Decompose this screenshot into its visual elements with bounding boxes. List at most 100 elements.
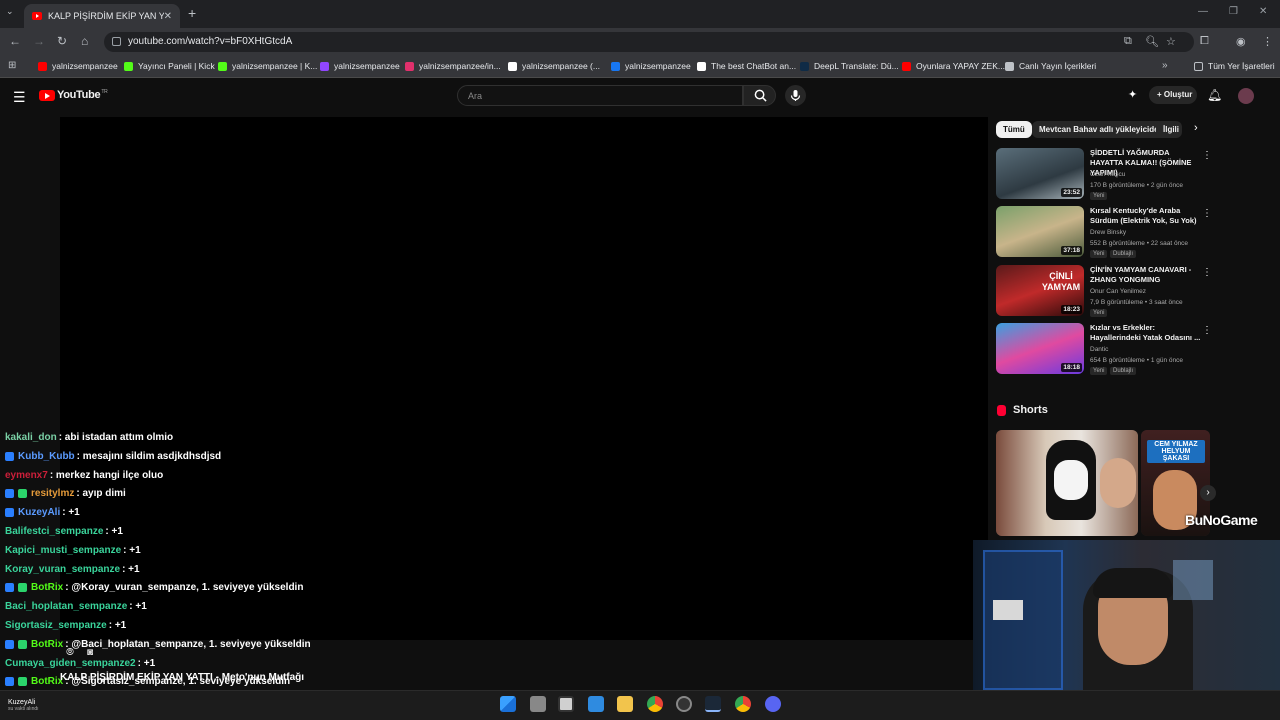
chat-username: KuzeyAli: [18, 507, 61, 519]
video-duration: 18:23: [1061, 305, 1082, 314]
dubbed-badge: Dublajlı: [1110, 250, 1137, 258]
obs-icon[interactable]: [676, 696, 692, 712]
more-bookmarks-icon[interactable]: »: [1162, 60, 1168, 71]
steam-icon[interactable]: [705, 696, 721, 712]
video-thumbnail[interactable]: 37:18: [996, 206, 1084, 257]
channel-name[interactable]: Onur Can Yenilmez: [1090, 288, 1146, 295]
bookmark-item[interactable]: DeepL Translate: Dü...: [800, 61, 899, 71]
minimize-icon[interactable]: —: [1198, 6, 1208, 17]
channel-name[interactable]: Drew Binsky: [1090, 229, 1126, 236]
avatar[interactable]: [1238, 88, 1254, 104]
profile-icon[interactable]: ◉: [1236, 35, 1246, 48]
chat-badge-icon: [5, 583, 14, 593]
close-tab-icon[interactable]: ✕: [164, 11, 172, 22]
store-icon[interactable]: [588, 696, 604, 712]
channel-name[interactable]: Ozan Kuşcu: [1090, 171, 1125, 178]
task-view-icon[interactable]: [530, 696, 546, 712]
hamburger-menu-icon[interactable]: ☰: [13, 89, 26, 106]
zoom-icon[interactable]: 🔍︎: [1145, 35, 1159, 48]
bookmark-item[interactable]: Oyunlara YAPAY ZEK...: [902, 61, 1005, 71]
notifications-bell-icon[interactable]: 🔔︎: [1207, 88, 1222, 102]
video-thumbnail[interactable]: 23:52: [996, 148, 1084, 199]
channel-name[interactable]: Dantic: [1090, 346, 1108, 353]
video-thumbnail[interactable]: 18:18: [996, 323, 1084, 374]
bookmark-item[interactable]: yalnizsempanzee: [611, 61, 691, 71]
chat-username: Koray_vuran_sempanze: [5, 563, 121, 575]
more-options-icon[interactable]: ⋮: [1202, 267, 1212, 278]
video-title[interactable]: Kızlar vs Erkekler: Hayallerindeki Yatak…: [1090, 323, 1202, 343]
reload-icon[interactable]: ↻: [57, 34, 67, 48]
close-window-icon[interactable]: ✕: [1259, 6, 1267, 17]
shorts-next-button[interactable]: ›: [1200, 485, 1216, 501]
taskbar-widget[interactable]: KuzeyAli su vakti alındı: [8, 699, 39, 712]
chat-message: resitylmz: ayıp dimi: [5, 488, 126, 499]
maximize-icon[interactable]: ❐: [1229, 6, 1238, 17]
recommended-video[interactable]: 18:18 Kızlar vs Erkekler: Hayallerindeki …: [996, 323, 1212, 377]
bookmark-star-icon[interactable]: ☆: [1166, 35, 1176, 48]
all-bookmarks[interactable]: Tüm Yer İşaretleri: [1194, 61, 1275, 71]
youtube-logo[interactable]: YouTube TR: [39, 89, 108, 101]
bookmark-item[interactable]: yalnizsempanzee: [38, 61, 118, 71]
short-thumbnail-1[interactable]: [996, 430, 1138, 536]
bookmark-item[interactable]: Canlı Yayın İçerikleri: [1005, 61, 1096, 71]
chat-badge-icon: [18, 489, 27, 499]
voice-search-button[interactable]: [785, 85, 806, 106]
bookmark-item[interactable]: The best ChatBot an...: [697, 61, 796, 71]
browser-menu-icon[interactable]: ⋮: [1262, 35, 1273, 48]
url-field[interactable]: youtube.com/watch?v=bF0XHtGtcdA: [104, 32, 1194, 52]
bookmark-item[interactable]: yalnizsempanzee: [320, 61, 400, 71]
new-tab-icon[interactable]: +: [188, 5, 196, 21]
video-title[interactable]: ÇİN'İN YAMYAM CANAVARI - ZHANG YONGMING: [1090, 265, 1202, 285]
discord-icon[interactable]: [765, 696, 781, 712]
file-explorer-icon[interactable]: [617, 696, 633, 712]
recommended-video[interactable]: 23:52 ŞİDDETLİ YAĞMURDA HAYATTA KALMA!! (…: [996, 148, 1212, 202]
more-options-icon[interactable]: ⋮: [1202, 208, 1212, 219]
video-meta: 7,9 B görüntüleme • 3 saat önce: [1090, 299, 1183, 306]
bookmark-item[interactable]: yalnizsempanzee | K...: [218, 61, 317, 71]
search-button[interactable]: [743, 85, 776, 106]
chips-next-icon[interactable]: ›: [1194, 122, 1198, 134]
browser-tab[interactable]: KALP PİŞİRDİM EKİP YAN YATT ✕: [24, 4, 180, 28]
install-app-icon[interactable]: ⧉: [1124, 35, 1132, 48]
bookmark-favicon-icon: [320, 61, 329, 71]
recommended-video[interactable]: 37:18 Kırsal Kentucky'de Araba Sürdüm (El…: [996, 206, 1212, 260]
search-input[interactable]: Ara: [457, 85, 743, 106]
extensions-icon[interactable]: ⧠: [1200, 35, 1209, 48]
bookmark-item[interactable]: yalnizsempanzee/in...: [405, 61, 501, 71]
bookmark-item[interactable]: yalnizsempanzee (...: [508, 61, 600, 71]
chip-all[interactable]: Tümü: [996, 121, 1032, 138]
taskbar: [0, 690, 1280, 720]
chat-text: : +1: [105, 526, 123, 537]
bookmark-favicon-icon: [124, 61, 133, 71]
tab-search-icon[interactable]: ⌄: [6, 6, 14, 17]
chat-badge-icon: [5, 508, 14, 518]
chip-uploader[interactable]: Mevtcan Bahav adlı yükleyiciden: [1032, 121, 1171, 138]
chrome-icon[interactable]: [647, 696, 663, 712]
create-button[interactable]: + Oluştur: [1149, 86, 1197, 104]
chat-text: : abi istadan attım olmio: [58, 432, 174, 443]
bookmark-favicon-icon: [902, 61, 911, 71]
video-player[interactable]: [60, 117, 988, 640]
bookmark-label: yalnizsempanzee (...: [522, 61, 600, 71]
video-thumbnail[interactable]: ÇİNLİ YAMYAM 18:23: [996, 265, 1084, 316]
chat-badge-icon: [5, 451, 14, 461]
video-meta: 552 B görüntüleme • 22 saat önce: [1090, 240, 1189, 247]
start-icon[interactable]: [500, 696, 516, 712]
more-options-icon[interactable]: ⋮: [1202, 150, 1212, 161]
home-icon[interactable]: ⌂: [81, 34, 88, 48]
video-create-icon[interactable]: ✦: [1128, 88, 1137, 101]
bookmark-item[interactable]: Yayıncı Paneli | Kick: [124, 61, 215, 71]
bookmark-label: Canlı Yayın İçerikleri: [1019, 61, 1097, 71]
capture-app-icon[interactable]: [558, 696, 574, 712]
recommended-video[interactable]: ÇİNLİ YAMYAM 18:23 ÇİN'İN YAMYAM CANAVARI …: [996, 265, 1212, 319]
apps-grid-icon[interactable]: ⊞: [8, 60, 16, 71]
chat-text: : +1: [137, 657, 156, 669]
forward-icon[interactable]: →: [33, 34, 45, 48]
chrome-profile-icon[interactable]: [735, 696, 751, 712]
back-icon[interactable]: ←: [9, 34, 21, 48]
chip-related[interactable]: İlgili: [1156, 121, 1182, 138]
bookmark-label: yalnizsempanzee: [334, 61, 400, 71]
more-options-icon[interactable]: ⋮: [1202, 325, 1212, 336]
video-title[interactable]: Kırsal Kentucky'de Araba Sürdüm (Elektri…: [1090, 206, 1202, 226]
site-info-icon[interactable]: [112, 37, 121, 46]
